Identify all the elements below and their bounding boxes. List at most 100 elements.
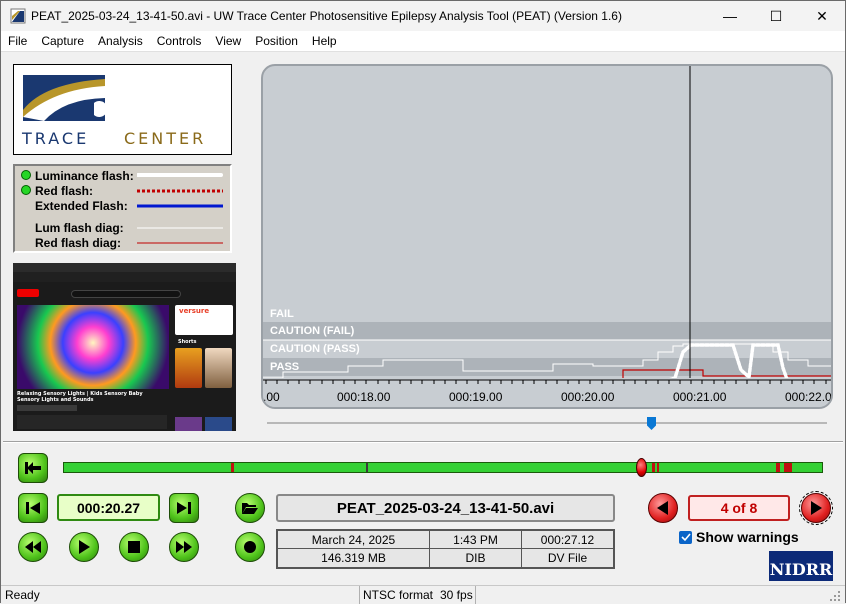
flash-analysis-graph: FAIL CAUTION (FAIL) CAUTION (PASS) PASS … xyxy=(261,64,833,409)
graph-scroll-slider[interactable] xyxy=(267,417,827,430)
status-ready: Ready xyxy=(5,588,40,602)
skip-to-start-button[interactable] xyxy=(18,493,48,523)
logo-text-center: CENTER xyxy=(124,129,206,148)
minimize-icon: — xyxy=(723,8,737,24)
menu-analysis[interactable]: Analysis xyxy=(91,34,150,48)
arrow-left-icon xyxy=(657,501,668,515)
file-time: 1:43 PM xyxy=(430,531,522,549)
nidrr-logo: NIDRR xyxy=(769,551,833,581)
play-button[interactable] xyxy=(69,532,99,562)
youtube-logo-icon xyxy=(17,289,39,297)
menu-position[interactable]: Position xyxy=(248,34,305,48)
preview-description xyxy=(17,415,167,429)
menu-view[interactable]: View xyxy=(208,34,248,48)
preview-short-4 xyxy=(205,417,232,431)
open-file-button[interactable] xyxy=(235,493,265,523)
preview-browser-bar xyxy=(13,263,236,272)
extended-line-swatch xyxy=(137,204,223,208)
graph-scroll-thumb[interactable] xyxy=(647,417,656,430)
preview-short-2 xyxy=(205,348,232,388)
luminance-line-swatch xyxy=(137,173,223,177)
timeline-flag xyxy=(776,463,780,472)
time-tick-0: .00 xyxy=(263,390,280,404)
logo-text-trace: TRACE xyxy=(21,129,89,148)
file-duration: 000:27.12 xyxy=(522,531,613,549)
logo-graphic: TRACE CENTER xyxy=(21,75,206,148)
status-divider xyxy=(475,586,476,604)
close-icon: ✕ xyxy=(816,7,828,24)
minimize-button[interactable]: — xyxy=(707,1,753,31)
preview-ad-text: versure xyxy=(179,307,210,315)
fast-forward-button[interactable] xyxy=(169,532,199,562)
app-window: PEAT_2025-03-24_13-41-50.avi - UW Trace … xyxy=(0,0,846,604)
rewind-button[interactable] xyxy=(18,532,48,562)
previous-warning-button[interactable] xyxy=(648,493,678,523)
file-size: 146.319 MB xyxy=(278,549,430,567)
flash-legend: Luminance flash: Red flash: Extended Fla… xyxy=(13,164,232,253)
maximize-icon: ☐ xyxy=(769,7,783,24)
stop-button[interactable] xyxy=(119,532,149,562)
menu-file[interactable]: File xyxy=(1,34,34,48)
resize-grip-icon[interactable] xyxy=(829,590,841,602)
maximize-button[interactable]: ☐ xyxy=(753,1,799,31)
time-tick-2: 000:19.00 xyxy=(449,390,503,404)
fast-forward-icon xyxy=(176,541,192,553)
timeline-flag xyxy=(366,463,368,472)
play-icon xyxy=(79,540,90,554)
preview-address-bar xyxy=(13,272,236,282)
file-codec: DIB xyxy=(430,549,522,567)
checkmark-icon xyxy=(680,533,691,542)
show-warnings-checkbox[interactable] xyxy=(679,530,692,544)
preview-short-1 xyxy=(175,348,202,388)
window-title: PEAT_2025-03-24_13-41-50.avi - UW Trace … xyxy=(31,9,622,23)
preview-shorts-label: Shorts xyxy=(178,339,197,345)
show-warnings-label: Show warnings xyxy=(696,529,799,545)
file-name-display: PEAT_2025-03-24_13-41-50.avi xyxy=(276,494,615,522)
menu-controls[interactable]: Controls xyxy=(150,34,209,48)
status-dot-green-icon xyxy=(21,185,31,195)
status-format: NTSC format xyxy=(363,588,434,602)
video-preview: Relaxing Sensory Lights | Kids Sensory B… xyxy=(13,263,236,431)
graph-scroll-track xyxy=(267,422,827,424)
graph-plot xyxy=(263,66,831,407)
file-source: DV File xyxy=(547,551,588,565)
skip-to-end-button[interactable] xyxy=(169,493,199,523)
arrow-right-icon xyxy=(811,501,822,515)
rewind-icon xyxy=(25,541,41,553)
preview-search-bar xyxy=(71,290,181,298)
close-button[interactable]: ✕ xyxy=(799,1,845,31)
title-bar: PEAT_2025-03-24_13-41-50.avi - UW Trace … xyxy=(1,1,845,31)
timeline-playhead[interactable] xyxy=(636,458,647,477)
menu-capture[interactable]: Capture xyxy=(34,34,91,48)
skip-forward-icon xyxy=(177,502,191,514)
divider xyxy=(3,441,843,443)
menu-help[interactable]: Help xyxy=(305,34,344,48)
preview-ad-card: versure xyxy=(175,305,233,335)
time-tick-4: 000:21.00 xyxy=(673,390,727,404)
warning-index-display: 4 of 8 xyxy=(688,495,790,521)
video-timeline[interactable] xyxy=(63,458,823,477)
stop-icon xyxy=(128,541,140,553)
time-tick-3: 000:20.00 xyxy=(561,390,615,404)
red-diag-line-swatch xyxy=(137,242,223,244)
preview-sensory-lights-image xyxy=(17,305,169,389)
status-dot-green-icon xyxy=(21,170,31,180)
red-line-swatch xyxy=(137,189,223,193)
timeline-flag xyxy=(784,463,792,472)
jump-to-start-button[interactable] xyxy=(18,453,48,483)
preview-short-3 xyxy=(175,417,202,431)
current-time-display: 000:20.27 xyxy=(57,494,160,521)
status-fps: 30 fps xyxy=(440,588,473,602)
show-warnings-toggle[interactable]: Show warnings xyxy=(679,529,799,545)
status-bar: Ready NTSC format 30 fps xyxy=(1,585,845,604)
status-divider xyxy=(359,586,360,604)
folder-open-icon xyxy=(242,503,258,514)
record-icon xyxy=(244,541,256,553)
next-warning-button[interactable] xyxy=(799,491,833,525)
jump-start-icon xyxy=(25,462,41,474)
record-button[interactable] xyxy=(235,532,265,562)
file-date: March 24, 2025 xyxy=(278,531,430,549)
time-tick-1: 000:18.00 xyxy=(337,390,391,404)
timeline-flag xyxy=(231,463,234,472)
menu-bar: File Capture Analysis Controls View Posi… xyxy=(1,31,845,52)
